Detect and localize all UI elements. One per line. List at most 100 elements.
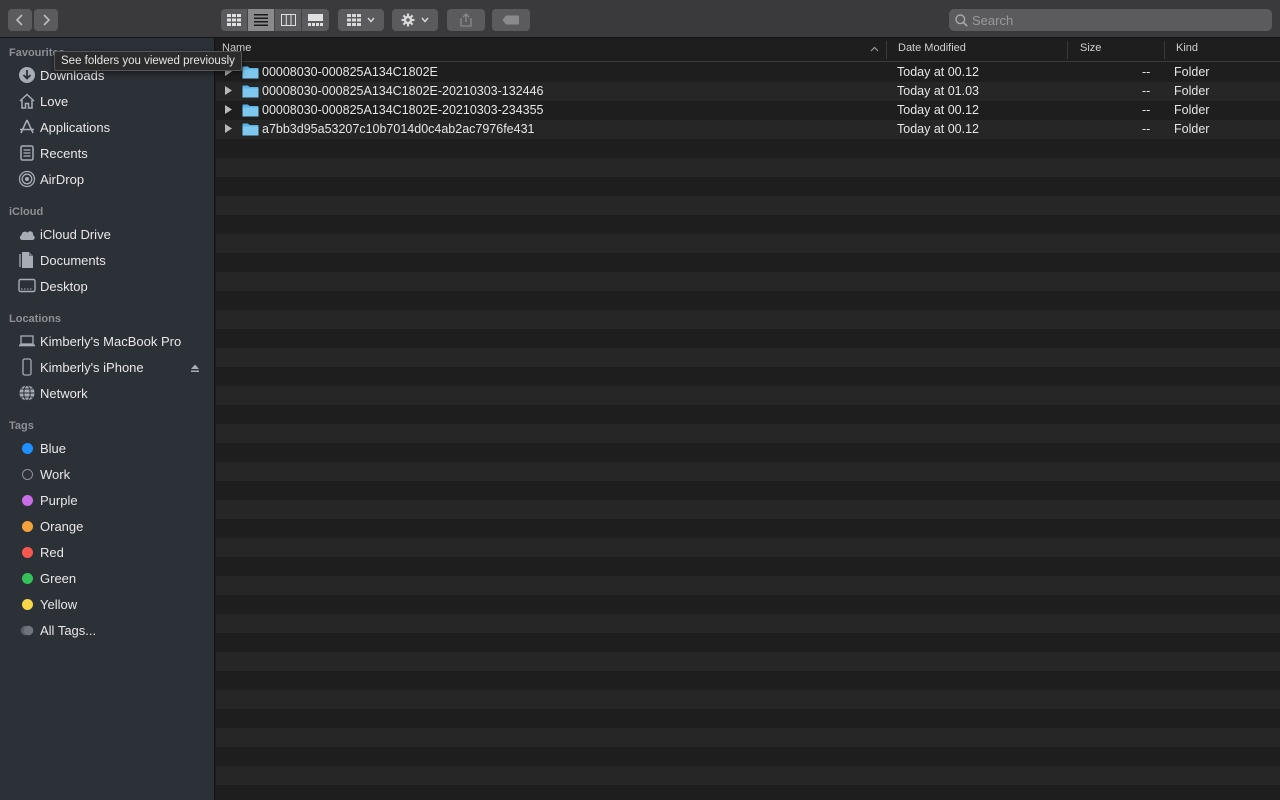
tag-icon [502,15,519,25]
network-icon [16,383,38,403]
laptop-icon [16,331,38,351]
file-date: Today at 00.12 [897,65,980,79]
disclosure-triangle-icon[interactable] [225,86,232,95]
group-grid-icon [347,14,361,26]
file-list: Name Date Modified Size Kind 00008030-00… [216,38,1280,800]
airdrop-icon [16,169,38,189]
file-date: Today at 00.12 [897,122,980,136]
sidebar-item-recents[interactable]: Recents [10,141,210,165]
sidebar-item-macbook[interactable]: Kimberly's MacBook Pro [10,329,210,353]
column-header-bar: Name Date Modified Size Kind [216,38,1280,62]
sort-ascending-icon[interactable] [870,46,879,52]
sidebar-tag-all-tags[interactable]: All Tags... [10,618,210,642]
sidebar-item-label: Network [40,385,88,401]
column-separator[interactable] [1067,41,1068,59]
sidebar-item-icloud-drive[interactable]: iCloud Drive [10,222,210,246]
sidebar-item-label: Kimberly's MacBook Pro [40,333,182,349]
cloud-icon [16,224,38,244]
tag-button[interactable] [492,9,530,31]
applications-icon [16,117,38,137]
eject-icon[interactable] [190,361,200,376]
sidebar-tag-blue[interactable]: Blue [10,436,210,460]
file-date: Today at 00.12 [897,103,980,117]
tags-section-title: Tags [9,420,34,432]
gallery-view-button[interactable] [302,9,329,31]
sidebar-item-airdrop[interactable]: AirDrop [10,167,210,191]
home-icon [16,91,38,111]
locations-section-title: Locations [9,313,61,325]
sidebar-item-label: Documents [40,252,106,268]
column-header-date[interactable]: Date Modified [898,42,966,54]
icon-view-button[interactable] [221,9,248,31]
sidebar-tag-yellow[interactable]: Yellow [10,592,210,616]
tooltip: See folders you viewed previously [54,51,242,71]
sidebar-tag-green[interactable]: Green [10,566,210,590]
sidebar-item-label: Work [40,466,71,482]
table-row[interactable]: 00008030-000825A134C1802E-20210303-13244… [216,82,1280,101]
file-kind: Folder [1174,65,1210,79]
column-header-size[interactable]: Size [1080,42,1101,54]
disclosure-triangle-icon[interactable] [225,105,232,114]
download-icon [16,65,38,85]
back-button[interactable] [8,9,32,31]
file-size: -- [1142,84,1151,98]
sidebar-item-applications[interactable]: Applications [10,115,210,139]
table-row[interactable]: 00008030-000825A134C1802E-20210303-23435… [216,101,1280,120]
action-button[interactable] [392,9,438,31]
group-by-button[interactable] [338,9,384,31]
tag-dot-yellow-icon [16,594,38,614]
view-mode-control [221,9,329,31]
sidebar-item-label: All Tags... [40,622,97,638]
sidebar-item-love[interactable]: Love [10,89,210,113]
sidebar-item-label: Desktop [40,278,88,294]
file-size: -- [1142,103,1151,117]
chevron-down-icon [367,17,375,23]
sidebar-item-label: Green [40,570,77,586]
forward-button[interactable] [34,9,58,31]
sidebar-item-label: AirDrop [40,171,85,187]
column-separator[interactable] [886,41,887,59]
sidebar-item-label: Yellow [40,596,78,612]
gear-icon [401,13,415,27]
column-separator[interactable] [1164,41,1165,59]
list-icon [254,14,268,26]
file-rows: 00008030-000825A134C1802E Today at 00.12… [216,63,1280,800]
search-field[interactable] [949,9,1272,31]
folder-icon [242,66,259,79]
sidebar-item-label: Applications [40,119,111,135]
sidebar-tag-work[interactable]: Work [10,462,210,486]
chevron-down-icon [421,17,429,23]
disclosure-triangle-icon[interactable] [225,124,232,133]
folder-icon [242,85,259,98]
icloud-section-title: iCloud [9,206,44,218]
search-icon [955,13,968,27]
column-header-kind[interactable]: Kind [1176,42,1198,54]
file-kind: Folder [1174,122,1210,136]
table-row[interactable]: a7bb3d95a53207c10b7014d0c4ab2ac7976fe431… [216,120,1280,139]
sidebar-item-label: Purple [40,492,78,508]
sidebar-tag-purple[interactable]: Purple [10,488,210,512]
iphone-icon [16,357,38,377]
tag-dot-orange-icon [16,516,38,536]
sidebar-item-desktop[interactable]: Desktop [10,274,210,298]
sidebar-item-label: Recents [40,145,88,161]
sidebar-item-iphone[interactable]: Kimberly's iPhone [10,355,210,379]
sidebar-item-network[interactable]: Network [10,381,210,405]
list-view-button[interactable] [248,9,275,31]
sidebar-item-documents[interactable]: Documents [10,248,210,272]
sidebar-item-label: Love [40,93,69,109]
table-row[interactable]: 00008030-000825A134C1802E Today at 00.12… [216,63,1280,82]
search-input[interactable] [972,12,1262,28]
sidebar-tag-orange[interactable]: Orange [10,514,210,538]
document-icon [16,250,38,270]
column-view-button[interactable] [275,9,302,31]
tag-dot-purple-icon [16,490,38,510]
desktop-icon [16,276,38,296]
tag-dot-blue-icon [16,438,38,458]
sidebar: Favourites Downloads Love Applications R… [0,38,215,800]
sidebar-item-label: Orange [40,518,84,534]
share-button[interactable] [447,9,485,31]
all-tags-icon [16,620,38,640]
sidebar-tag-red[interactable]: Red [10,540,210,564]
grid-icon [227,14,241,26]
